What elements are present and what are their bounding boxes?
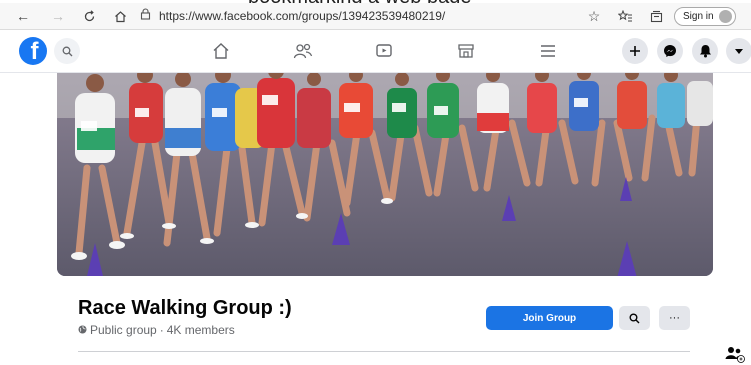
home-browser-icon[interactable]: [111, 7, 129, 25]
url-text: https://www.facebook.com/groups/13942353…: [159, 9, 446, 23]
people-icon[interactable]: [292, 40, 314, 62]
create-plus-icon[interactable]: [622, 38, 648, 64]
forward-arrow-icon[interactable]: →: [49, 7, 67, 25]
collections-icon[interactable]: [647, 7, 665, 25]
marketplace-icon[interactable]: [455, 40, 477, 62]
account-chevron-down-icon[interactable]: [726, 38, 751, 64]
join-group-label: Join Group: [522, 312, 577, 324]
favorites-icon[interactable]: [616, 7, 634, 25]
signin-label: Sign in: [683, 11, 714, 22]
profile-avatar-icon: [719, 10, 732, 23]
group-title[interactable]: Race Walking Group :): [78, 297, 292, 320]
more-options-button[interactable]: ···: [659, 306, 690, 330]
group-privacy[interactable]: Public group: [90, 323, 157, 337]
header-divider: [78, 351, 690, 352]
home-icon[interactable]: [210, 40, 232, 62]
group-meta: Public group · 4K members: [78, 323, 235, 337]
menu-icon[interactable]: [537, 40, 559, 62]
star-icon[interactable]: ☆: [585, 7, 603, 25]
join-group-button[interactable]: Join Group: [486, 306, 613, 330]
lock-icon: [140, 7, 151, 25]
search-icon[interactable]: [54, 38, 80, 64]
cover-photo: [57, 73, 713, 276]
address-bar[interactable]: https://www.facebook.com/groups/13942353…: [140, 6, 572, 26]
globe-icon: [78, 323, 87, 337]
meta-separator: ·: [159, 323, 164, 337]
browser-toolbar: ← → https://www.facebook.com/groups/1394…: [0, 3, 751, 30]
facebook-logo[interactable]: f: [19, 37, 47, 65]
notifications-bell-icon[interactable]: [692, 38, 718, 64]
signin-button[interactable]: Sign in: [674, 7, 736, 26]
group-people-icon[interactable]: [722, 342, 748, 365]
group-members[interactable]: 4K members: [167, 323, 235, 337]
more-options-icon: ···: [669, 312, 680, 324]
back-arrow-icon[interactable]: ←: [14, 7, 32, 25]
refresh-icon[interactable]: [80, 7, 98, 25]
search-icon: [629, 313, 640, 323]
messenger-icon[interactable]: [657, 38, 683, 64]
facebook-top-nav: f: [0, 31, 751, 73]
cover-photo-illustration: [57, 73, 713, 276]
video-icon[interactable]: [373, 40, 395, 62]
group-search-button[interactable]: [619, 306, 650, 330]
